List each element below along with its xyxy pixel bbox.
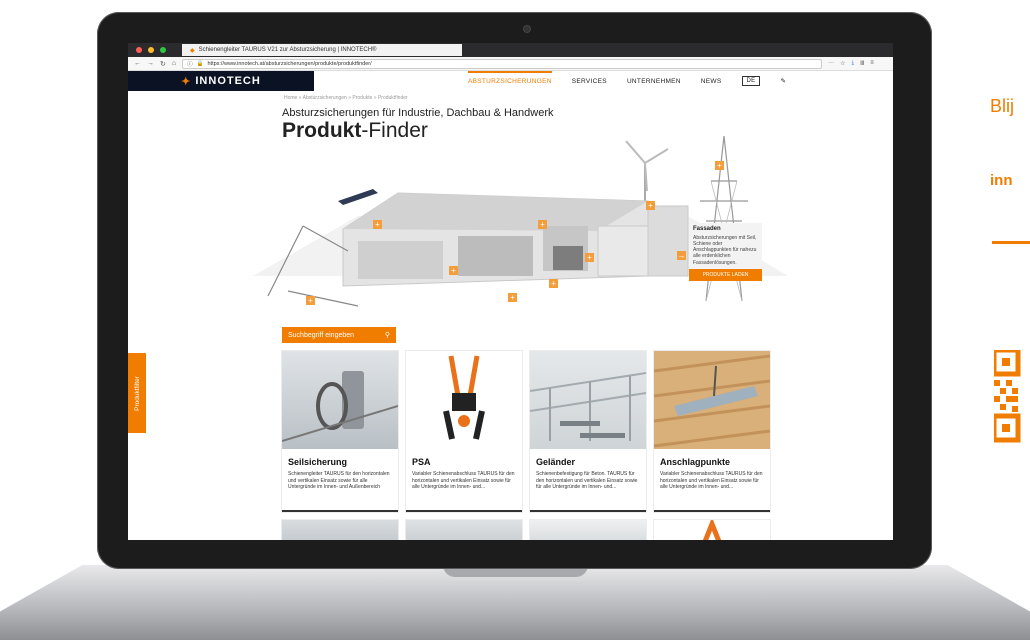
nav-unternehmen[interactable]: UNTERNEHMEN xyxy=(627,78,681,85)
product-card-seilsicherung[interactable]: Seilsicherung Schienengleiter TAURUS für… xyxy=(282,351,398,512)
home-icon[interactable]: ⌂ xyxy=(172,60,176,67)
stage: ◆ Schienengleiter TAURUS V21 zur Absturz… xyxy=(0,0,1030,640)
camera-icon xyxy=(524,26,530,32)
side-heading: Blij xyxy=(990,96,1015,116)
product-card-psa[interactable]: PSA Variabler Schienenabschluss TAURUS f… xyxy=(406,351,522,512)
hotspot-plus-icon[interactable]: + xyxy=(585,253,594,262)
load-products-button[interactable]: PRODUKTE LADEN xyxy=(689,268,762,281)
reload-icon[interactable]: ↻ xyxy=(160,60,166,68)
lock-icon: 🔒 xyxy=(196,60,204,67)
hotspot-plus-icon[interactable]: + xyxy=(449,266,458,275)
product-text: Variabler Schienenabschluss TAURUS für d… xyxy=(412,471,515,490)
site-header: ✦ INNOTECH ABSTURZSICHERUNGEN SERVICES U… xyxy=(128,70,893,91)
hotspot-plus-icon[interactable]: + xyxy=(373,220,382,229)
bookmark-star-icon[interactable]: ☆ xyxy=(840,60,845,67)
product-card[interactable] xyxy=(530,520,646,540)
browser-tab[interactable]: ◆ Schienengleiter TAURUS V21 zur Absturz… xyxy=(182,44,462,56)
url-text: https://www.innotech.at/absturzsicherung… xyxy=(207,60,372,67)
hero-section: Absturzsicherungen für Industrie, Dachba… xyxy=(128,101,893,311)
laptop-screen: ◆ Schienengleiter TAURUS V21 zur Absturz… xyxy=(128,43,893,540)
hotspot-plus-icon[interactable]: + xyxy=(646,201,655,210)
minimize-window-icon[interactable] xyxy=(148,47,154,53)
hotspot-plus-icon[interactable]: + xyxy=(508,293,517,302)
nav-absturzsicherungen[interactable]: ABSTURZSICHERUNGEN xyxy=(468,70,552,85)
product-card[interactable] xyxy=(282,520,398,540)
product-card-anschlagpunkte[interactable]: Anschlagpunkte Variabler Schienenabschlu… xyxy=(654,351,770,512)
building-illustration xyxy=(253,135,788,307)
product-title: PSA xyxy=(412,457,431,467)
favicon-icon: ◆ xyxy=(190,47,195,54)
product-image xyxy=(654,351,770,449)
harness-image xyxy=(443,355,485,440)
search-icon[interactable]: ⚲ xyxy=(385,331,390,339)
harness-image xyxy=(702,520,722,540)
hotspot-plus-icon[interactable]: + xyxy=(538,220,547,229)
hotspot-plus-icon[interactable]: + xyxy=(715,161,724,170)
back-icon[interactable]: ← xyxy=(134,60,141,67)
url-bar[interactable]: ⓘ 🔒 https://www.innotech.at/absturzsiche… xyxy=(182,58,823,69)
hotspot-arrow-icon[interactable]: → xyxy=(677,251,686,260)
menu-dots-icon[interactable]: ··· xyxy=(828,60,834,67)
tab-title: Schienengleiter TAURUS V21 zur Absturzsi… xyxy=(198,47,377,53)
site-logo[interactable]: ✦ INNOTECH xyxy=(128,71,314,91)
side-divider xyxy=(992,241,1030,244)
product-filter-tab[interactable]: Produktfilter xyxy=(128,353,146,433)
product-card[interactable] xyxy=(406,520,522,540)
maximize-window-icon[interactable] xyxy=(160,47,166,53)
info-card-text: Absturzsicherungen mit Seil, Schiene ode… xyxy=(693,234,757,266)
nav-news[interactable]: NEWS xyxy=(701,78,722,85)
product-cards-row-2 xyxy=(282,520,770,540)
product-text: Schienenbefestigung für Beton. TAURUS fü… xyxy=(536,471,638,490)
qr-code-icon xyxy=(994,350,1021,443)
browser-toolbar: ← → ↻ ⌂ ⓘ 🔒 https://www.innotech.at/abst… xyxy=(128,57,893,71)
close-window-icon[interactable] xyxy=(136,47,142,53)
search-input[interactable]: Suchbegriff eingeben ⚲ xyxy=(282,327,396,343)
anchor-point-image xyxy=(654,354,770,448)
forward-icon[interactable]: → xyxy=(147,60,154,67)
product-image xyxy=(282,351,398,449)
search-placeholder: Suchbegriff eingeben xyxy=(288,331,355,339)
logo-mark-icon: ✦ xyxy=(181,75,192,88)
product-card[interactable] xyxy=(654,520,770,540)
product-filter-label: Produktfilter xyxy=(133,375,141,411)
product-card-gelaender[interactable]: Geländer Schienenbefestigung für Beton. … xyxy=(530,351,646,512)
product-cards: Seilsicherung Schienengleiter TAURUS für… xyxy=(282,351,770,512)
info-card-title: Fassaden xyxy=(693,226,721,232)
product-image xyxy=(406,351,522,449)
rope-anchor-image xyxy=(282,371,398,442)
hotspot-plus-icon[interactable]: + xyxy=(549,279,558,288)
hamburger-menu-icon[interactable]: ≡ xyxy=(870,60,874,67)
product-text: Variabler Schienenabschluss TAURUS für d… xyxy=(660,471,763,490)
fassaden-info-card: Fassaden Absturzsicherungen mit Seil, Sc… xyxy=(689,223,762,281)
edit-icon[interactable]: ✎ xyxy=(780,77,786,85)
product-title: Geländer xyxy=(536,457,576,467)
railing-image xyxy=(530,372,646,441)
nav-services[interactable]: SERVICES xyxy=(572,78,607,85)
main-nav: ABSTURZSICHERUNGEN SERVICES UNTERNEHMEN … xyxy=(468,70,786,86)
side-link-text[interactable]: inn xyxy=(990,172,1013,189)
product-image xyxy=(530,351,646,449)
info-icon: ⓘ xyxy=(187,61,193,68)
hotspot-plus-icon[interactable]: + xyxy=(306,296,315,305)
language-switcher[interactable]: DE xyxy=(741,76,761,86)
logo-text: INNOTECH xyxy=(195,75,261,87)
download-icon[interactable]: ⤓ xyxy=(852,60,855,67)
browser-tabbar: ◆ Schienengleiter TAURUS V21 zur Absturz… xyxy=(128,43,893,57)
product-title: Seilsicherung xyxy=(288,457,348,467)
library-icon[interactable]: Ⅲ xyxy=(860,60,864,67)
product-title: Anschlagpunkte xyxy=(660,457,731,467)
product-text: Schienengleiter TAURUS für den horizonta… xyxy=(288,471,390,490)
